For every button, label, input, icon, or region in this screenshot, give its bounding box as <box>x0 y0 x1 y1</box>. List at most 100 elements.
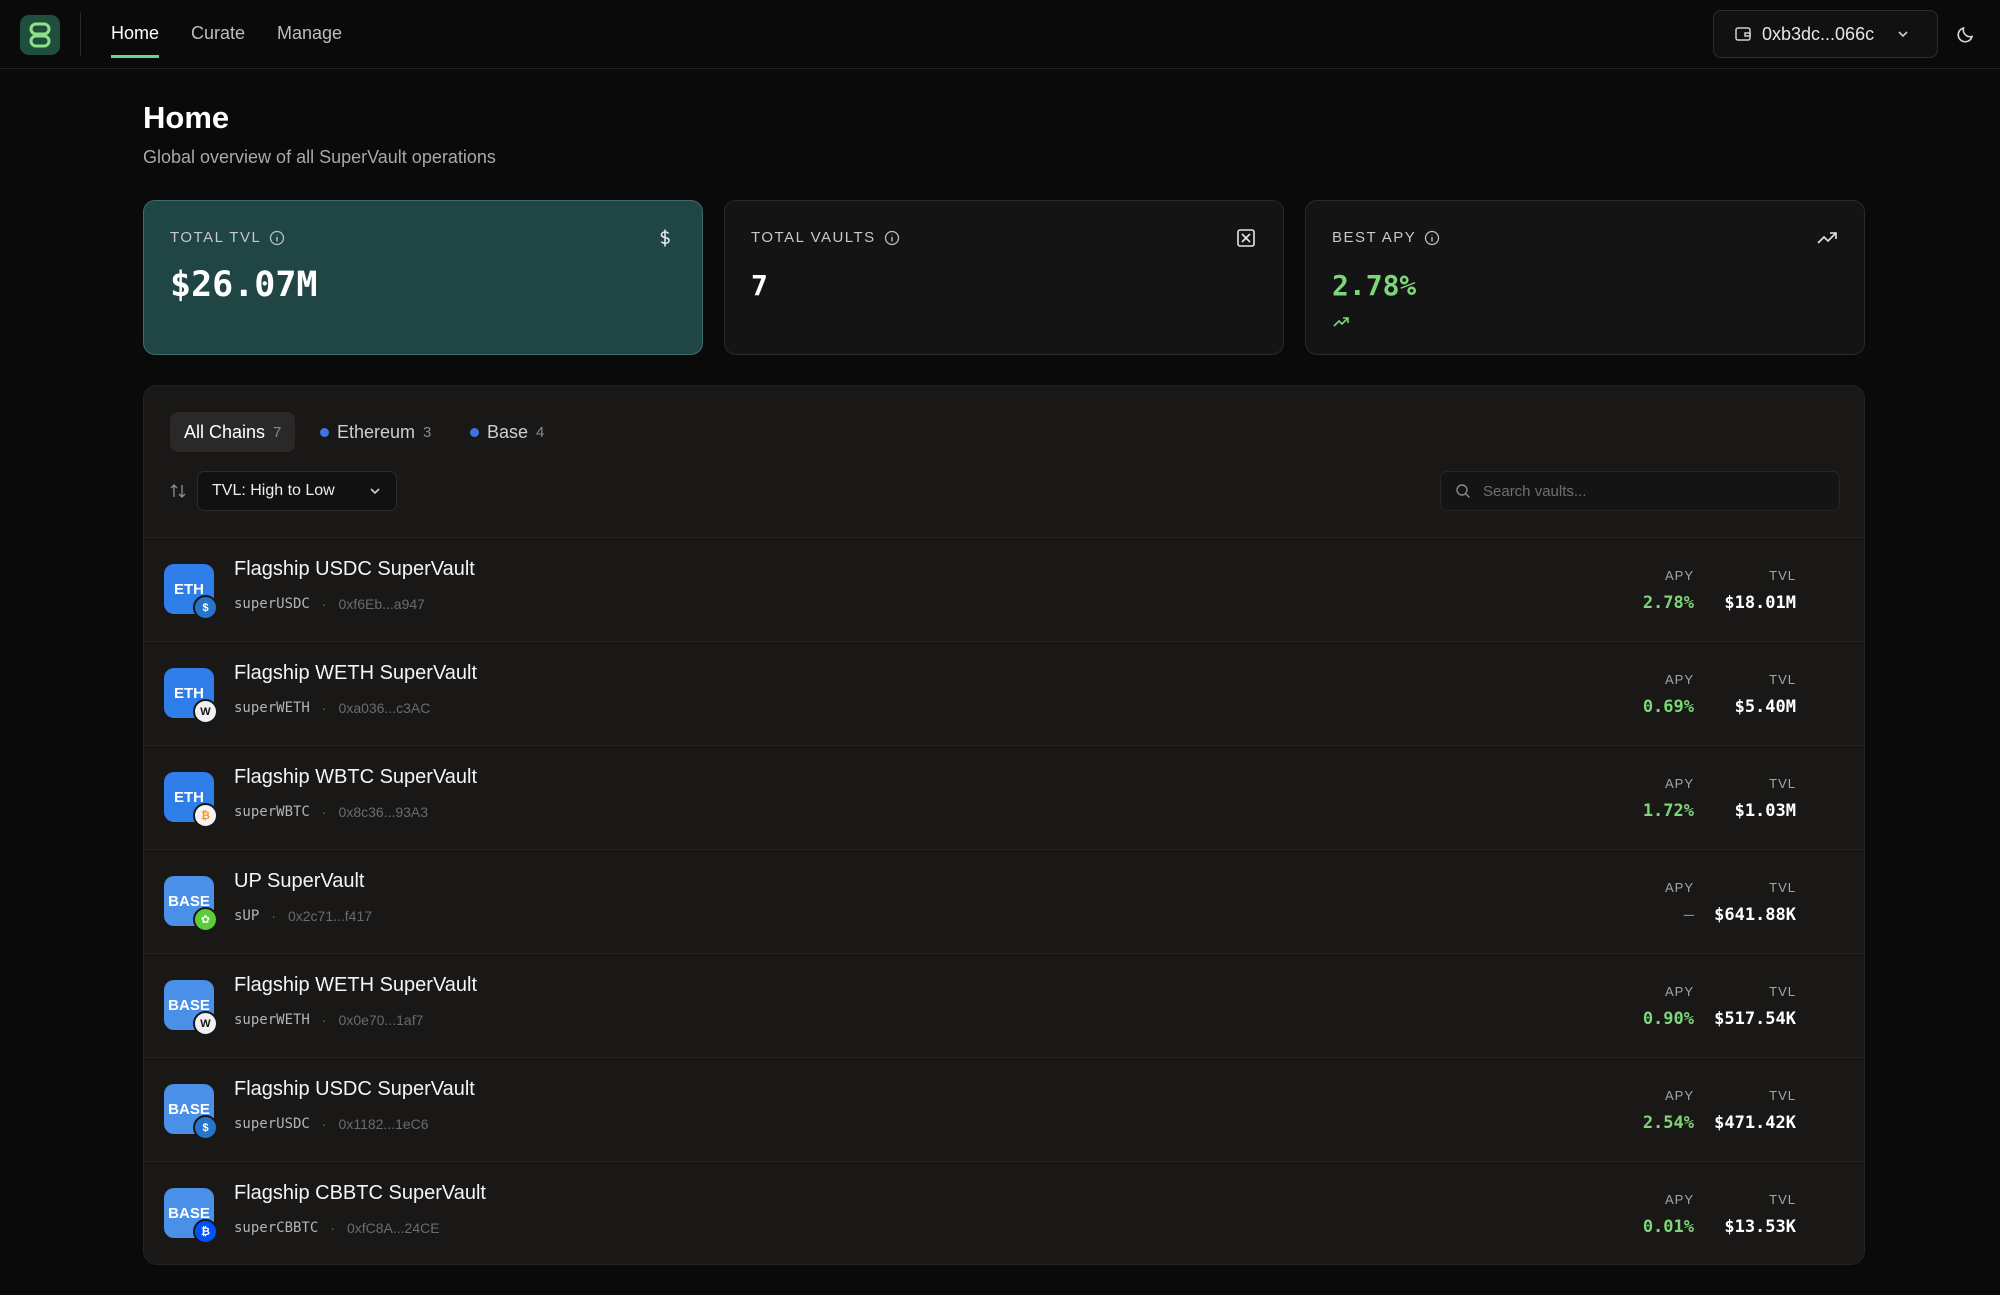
vault-meta: superWBTC · 0x8c36...93A3 <box>234 804 428 820</box>
vault-meta: sUP · 0x2c71...f417 <box>234 908 372 924</box>
trending-up-icon <box>1333 317 1349 327</box>
tvl-label: TVL <box>1769 1088 1796 1103</box>
apy-value: 0.90% <box>1642 1009 1694 1029</box>
trending-up-icon <box>1817 232 1837 244</box>
token-glyph: $ <box>202 1121 209 1134</box>
app-logo[interactable] <box>20 15 60 55</box>
vault-name[interactable]: Flagship WETH SuperVault <box>234 662 477 685</box>
apy-label: APY <box>1664 776 1694 791</box>
weth-icon: W <box>193 699 218 724</box>
total-vaults-label: TOTAL VAULTS <box>751 229 876 246</box>
apy-column: APY 2.78% <box>1643 568 1694 613</box>
apy-value: 2.54% <box>1642 1113 1694 1133</box>
vault-address[interactable]: 0x8c36...93A3 <box>339 804 429 820</box>
tvl-label: TVL <box>1769 672 1796 687</box>
vault-row[interactable]: ETH W Flagship WETH SuperVault superWETH · 0x… <box>144 641 1864 745</box>
nav-home[interactable]: Home <box>111 0 160 58</box>
vault-row[interactable]: ETH ₿ Flagship WBTC SuperVault superWBTC · 0x… <box>144 745 1864 849</box>
chain-icon-label: ETH <box>174 684 204 702</box>
meta-separator: · <box>321 596 327 612</box>
tvl-value: $18.01M <box>1724 593 1796 613</box>
best-apy-label-wrap: BEST APY <box>1332 229 1440 246</box>
chain-icon-label: ETH <box>174 788 204 806</box>
total-tvl-card: TOTAL TVL $26.07M <box>143 200 703 355</box>
search-input[interactable] <box>1483 482 1813 500</box>
tvl-label: TVL <box>1769 1192 1796 1207</box>
vault-list: ETH $ Flagship USDC SuperVault superUSDC · 0x… <box>144 537 1864 1264</box>
vaults-panel: All Chains 7 Ethereum 3 Base 4 TVL: High… <box>143 385 1865 1265</box>
chain-filter-count: 4 <box>536 423 545 441</box>
vault-row[interactable]: BASE ✿ UP SuperVault sUP · 0x2c71...f417 APY – T… <box>144 849 1864 953</box>
sort-select-value: TVL: High to Low <box>212 482 335 499</box>
base-dot-icon <box>470 427 479 437</box>
apy-column: APY 0.01% <box>1643 1192 1694 1237</box>
apy-value: 2.78% <box>1642 593 1694 613</box>
nav-curate[interactable]: Curate <box>191 0 245 58</box>
vault-symbol: superWETH <box>234 1012 310 1028</box>
info-icon[interactable] <box>269 230 285 246</box>
total-vaults-label-wrap: TOTAL VAULTS <box>751 229 900 246</box>
usdc-icon: $ <box>193 595 218 620</box>
meta-separator: · <box>321 1012 327 1028</box>
vault-row[interactable]: BASE ₿ Flagship CBBTC SuperVault superCBBTC… <box>144 1161 1864 1264</box>
vault-box-icon <box>1237 229 1255 247</box>
apy-label: APY <box>1664 1192 1694 1207</box>
chain-filter-base[interactable]: Base 4 <box>456 412 558 452</box>
chain-filter-ethereum[interactable]: Ethereum 3 <box>306 412 445 452</box>
vault-name[interactable]: Flagship USDC SuperVault <box>234 1078 475 1101</box>
info-icon[interactable] <box>884 230 900 246</box>
search-box <box>1440 471 1840 511</box>
vault-address[interactable]: 0xa036...c3AC <box>339 700 431 716</box>
ethereum-dot-icon <box>320 427 329 437</box>
usdc-icon: $ <box>193 1115 218 1140</box>
moon-icon[interactable] <box>1954 22 1978 46</box>
apy-column: APY – <box>1665 880 1694 925</box>
vault-row[interactable]: BASE $ Flagship USDC SuperVault superUSDC · 0… <box>144 1057 1864 1161</box>
tvl-column: TVL $517.54K <box>1714 984 1796 1029</box>
vault-row[interactable]: BASE W Flagship WETH SuperVault superWETH · 0… <box>144 953 1864 1057</box>
nav-manage[interactable]: Manage <box>277 0 342 58</box>
token-glyph: ₿ <box>201 1225 210 1238</box>
vault-symbol: superWBTC <box>234 804 310 820</box>
chain-filter-all[interactable]: All Chains 7 <box>170 412 296 452</box>
logo-icon <box>29 22 51 48</box>
vault-address[interactable]: 0x1182...1eC6 <box>339 1116 429 1132</box>
wallet-address: 0xb3dc...066c <box>1762 23 1875 44</box>
vault-row[interactable]: ETH $ Flagship USDC SuperVault superUSDC · 0x… <box>144 537 1864 641</box>
dollar-icon <box>660 229 670 247</box>
vault-name[interactable]: UP SuperVault <box>234 870 364 893</box>
vault-symbol: sUP <box>234 908 260 924</box>
sort-select[interactable]: TVL: High to Low <box>197 471 397 511</box>
vault-name[interactable]: Flagship CBBTC SuperVault <box>234 1182 486 1205</box>
tvl-label: TVL <box>1769 880 1796 895</box>
apy-column: APY 0.90% <box>1643 984 1694 1029</box>
vault-name[interactable]: Flagship WETH SuperVault <box>234 974 477 997</box>
chevron-down-icon <box>370 488 380 495</box>
apy-label: APY <box>1664 984 1694 999</box>
vault-meta: superUSDC · 0x1182...1eC6 <box>234 1116 429 1132</box>
total-vaults-value: 7 <box>751 269 768 302</box>
page-title: Home <box>143 100 230 135</box>
top-nav: Home Curate Manage 0xb3dc...066c <box>0 0 2000 69</box>
vault-address[interactable]: 0xfC8A...24CE <box>347 1220 440 1236</box>
wbtc-icon: ₿ <box>193 803 218 828</box>
sort-icon <box>170 484 186 498</box>
tvl-value: $13.53K <box>1724 1217 1796 1237</box>
tvl-value: $1.03M <box>1734 801 1796 821</box>
vault-name[interactable]: Flagship USDC SuperVault <box>234 558 475 581</box>
info-icon[interactable] <box>1424 230 1440 246</box>
vault-name[interactable]: Flagship WBTC SuperVault <box>234 766 477 789</box>
chain-filter-label: Ethereum <box>337 421 416 442</box>
apy-value: 0.69% <box>1642 697 1694 717</box>
token-glyph: ✿ <box>200 914 211 926</box>
vault-address[interactable]: 0x0e70...1af7 <box>339 1012 424 1028</box>
vault-meta: superWETH · 0x0e70...1af7 <box>234 1012 423 1028</box>
vault-address[interactable]: 0x2c71...f417 <box>288 908 372 924</box>
tvl-value: $641.88K <box>1714 905 1796 925</box>
vault-meta: superCBBTC · 0xfC8A...24CE <box>234 1220 440 1236</box>
best-apy-label: BEST APY <box>1332 229 1417 246</box>
token-glyph: $ <box>202 601 209 614</box>
wallet-button[interactable]: 0xb3dc...066c <box>1713 10 1938 58</box>
tvl-value: $517.54K <box>1714 1009 1796 1029</box>
vault-address[interactable]: 0xf6Eb...a947 <box>339 596 425 612</box>
